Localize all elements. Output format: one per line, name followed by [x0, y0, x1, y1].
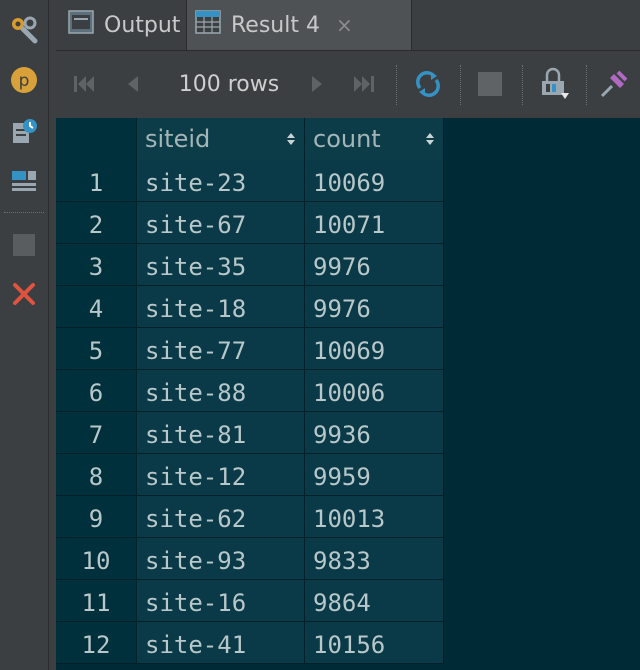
- table-icon: [195, 9, 221, 41]
- rows-count-text: 100 rows: [178, 71, 280, 97]
- layout-icon[interactable]: [6, 162, 42, 198]
- sort-icon[interactable]: [286, 132, 296, 146]
- tab-close-icon[interactable]: ×: [336, 13, 353, 37]
- tab-bar: Output Result 4 ×: [56, 0, 640, 51]
- left-strip-divider: [4, 212, 44, 213]
- row-number: 7: [56, 412, 137, 454]
- stop-query-icon[interactable]: [470, 51, 510, 117]
- left-tool-strip: p: [0, 0, 49, 670]
- row-number: 12: [56, 622, 137, 664]
- tab-output[interactable]: Output: [62, 0, 184, 50]
- history-icon[interactable]: [6, 114, 42, 150]
- table-row[interactable]: 3 site-35 9976: [56, 244, 444, 286]
- tab-output-label: Output: [104, 12, 181, 38]
- cell-siteid[interactable]: site-93: [137, 538, 305, 580]
- cell-count[interactable]: 9976: [305, 244, 444, 286]
- cell-count[interactable]: 9936: [305, 412, 444, 454]
- close-icon[interactable]: [6, 276, 42, 312]
- cell-siteid[interactable]: site-35: [137, 244, 305, 286]
- row-number: 4: [56, 286, 137, 328]
- row-number: 11: [56, 580, 137, 622]
- cell-siteid[interactable]: site-18: [137, 286, 305, 328]
- cell-siteid[interactable]: site-81: [137, 412, 305, 454]
- cell-count[interactable]: 9864: [305, 580, 444, 622]
- row-number: 6: [56, 370, 137, 412]
- grid-header: siteid count: [56, 118, 444, 160]
- tab-result-label: Result 4: [231, 12, 320, 38]
- cell-count[interactable]: 10071: [305, 202, 444, 244]
- row-number: 9: [56, 496, 137, 538]
- cell-siteid[interactable]: site-23: [137, 160, 305, 202]
- table-row[interactable]: 11 site-16 9864: [56, 580, 444, 622]
- toolbar-divider: [396, 65, 397, 105]
- svg-text:p: p: [19, 71, 30, 91]
- first-page-icon[interactable]: [66, 51, 102, 117]
- rows-count-label[interactable]: 100 rows: [164, 51, 294, 117]
- table-row[interactable]: 12 site-41 10156: [56, 622, 444, 664]
- next-page-icon[interactable]: [302, 51, 334, 117]
- table-row[interactable]: 4 site-18 9976: [56, 286, 444, 328]
- cell-count[interactable]: 10069: [305, 328, 444, 370]
- row-number: 1: [56, 160, 137, 202]
- toolbar-divider: [460, 65, 461, 105]
- cell-siteid[interactable]: site-67: [137, 202, 305, 244]
- cell-siteid[interactable]: site-88: [137, 370, 305, 412]
- pin-tab-icon[interactable]: [594, 51, 634, 117]
- row-number: 3: [56, 244, 137, 286]
- column-header-siteid[interactable]: siteid: [137, 118, 305, 160]
- result-grid[interactable]: siteid count 1 site-23 10069 2 site-67 1…: [56, 118, 640, 670]
- cell-count[interactable]: 10069: [305, 160, 444, 202]
- cell-siteid[interactable]: site-41: [137, 622, 305, 664]
- row-number: 2: [56, 202, 137, 244]
- cell-count[interactable]: 9976: [305, 286, 444, 328]
- cell-siteid[interactable]: site-12: [137, 454, 305, 496]
- table-row[interactable]: 10 site-93 9833: [56, 538, 444, 580]
- cell-count[interactable]: 10006: [305, 370, 444, 412]
- last-page-icon[interactable]: [346, 51, 382, 117]
- result-toolbar: 100 rows: [56, 51, 640, 117]
- row-number: 8: [56, 454, 137, 496]
- column-header-count[interactable]: count: [305, 118, 444, 160]
- table-row[interactable]: 6 site-88 10006: [56, 370, 444, 412]
- table-row[interactable]: 1 site-23 10069: [56, 160, 444, 202]
- toolbar-divider: [522, 65, 523, 105]
- column-header-label: siteid: [145, 125, 211, 153]
- table-row[interactable]: 9 site-62 10013: [56, 496, 444, 538]
- table-row[interactable]: 7 site-81 9936: [56, 412, 444, 454]
- p-parameter-icon[interactable]: p: [6, 62, 42, 98]
- table-row[interactable]: 8 site-12 9959: [56, 454, 444, 496]
- stop-icon: [6, 226, 42, 262]
- cell-count[interactable]: 10013: [305, 496, 444, 538]
- table-row[interactable]: 5 site-77 10069: [56, 328, 444, 370]
- toolbar-divider: [586, 65, 587, 105]
- cell-count[interactable]: 9959: [305, 454, 444, 496]
- refresh-icon[interactable]: [408, 51, 448, 117]
- cell-count[interactable]: 9833: [305, 538, 444, 580]
- sort-icon[interactable]: [425, 132, 435, 146]
- grid-rows: 1 site-23 10069 2 site-67 10071 3 site-3…: [56, 160, 444, 664]
- row-number: 5: [56, 328, 137, 370]
- cell-siteid[interactable]: site-16: [137, 580, 305, 622]
- table-row[interactable]: 2 site-67 10071: [56, 202, 444, 244]
- output-console-icon: [68, 9, 94, 41]
- cell-siteid[interactable]: site-62: [137, 496, 305, 538]
- tab-result-4[interactable]: Result 4 ×: [186, 0, 412, 50]
- row-number: 10: [56, 538, 137, 580]
- previous-page-icon[interactable]: [116, 51, 148, 117]
- cell-count[interactable]: 10156: [305, 622, 444, 664]
- settings-wrench-icon[interactable]: [6, 12, 42, 48]
- cell-siteid[interactable]: site-77: [137, 328, 305, 370]
- export-data-icon[interactable]: [532, 51, 576, 117]
- column-header-label: count: [313, 125, 381, 153]
- row-number-header: [56, 118, 137, 160]
